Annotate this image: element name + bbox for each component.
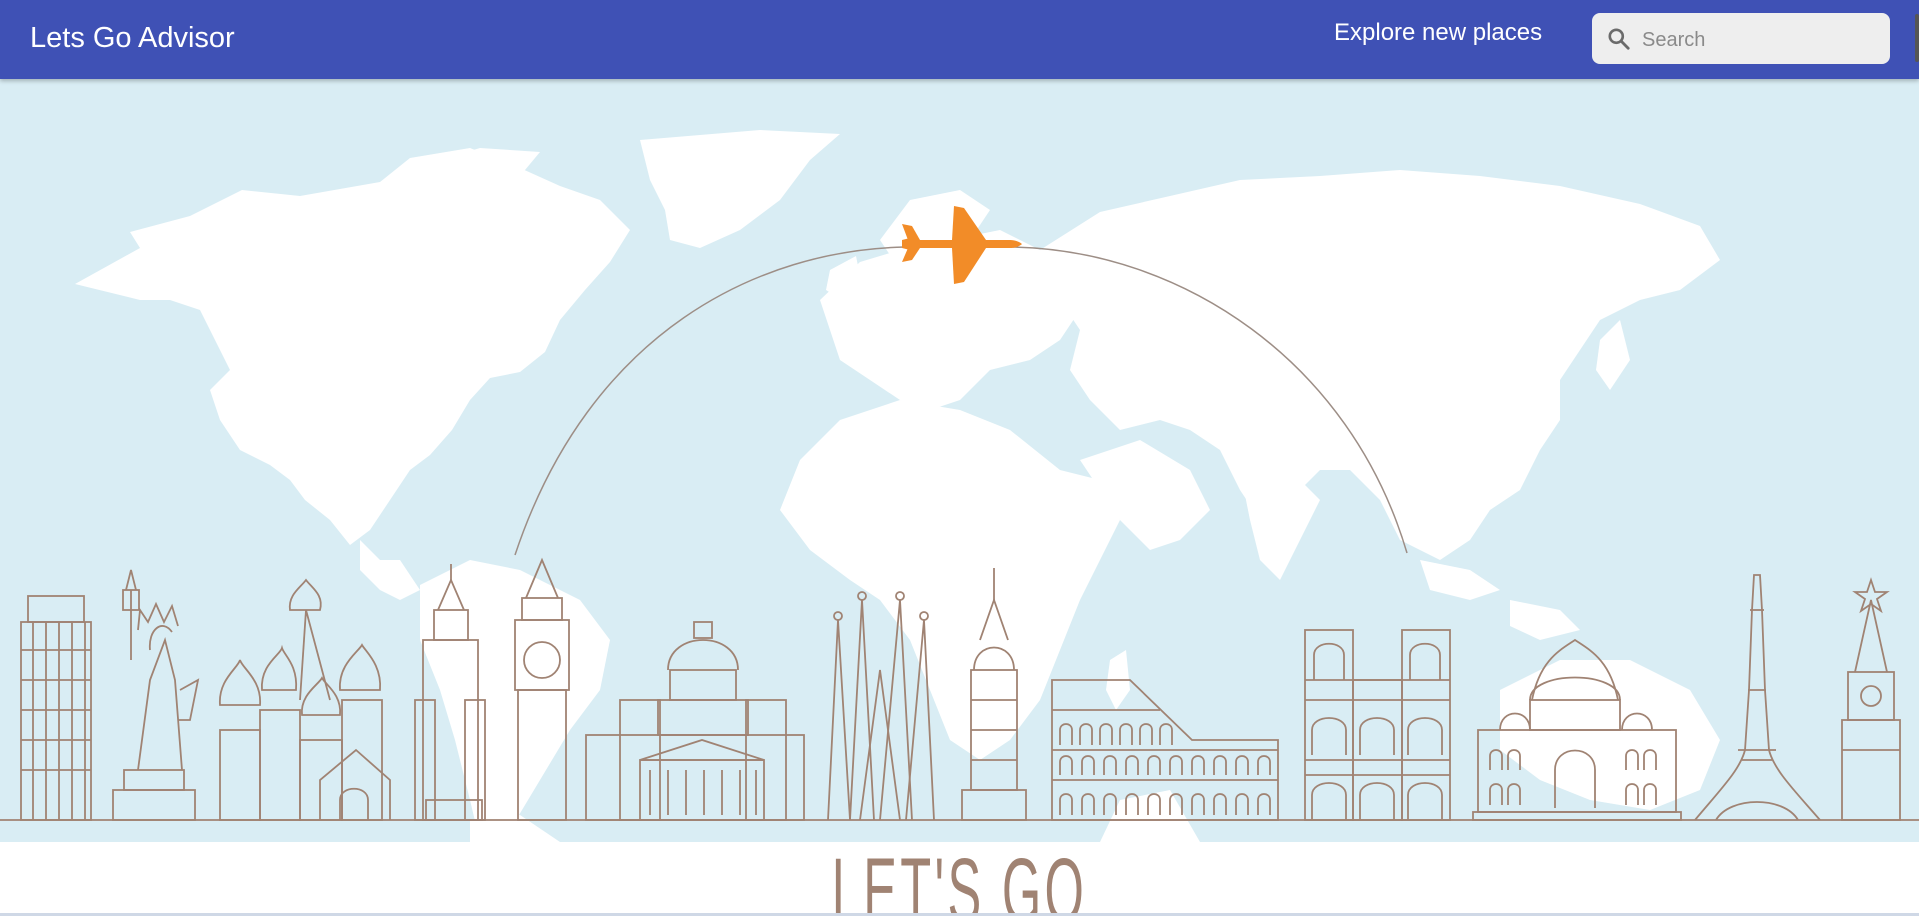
search-input[interactable] <box>1640 24 1884 56</box>
world-map <box>75 130 1720 842</box>
notre-dame <box>1304 629 1451 821</box>
st-basils-cathedral <box>219 578 391 821</box>
scrollbar[interactable] <box>1915 14 1919 62</box>
hero-banner <box>0 79 1919 842</box>
search-box[interactable] <box>1592 13 1890 64</box>
eiffel-tower <box>1694 574 1821 821</box>
app-bar: Lets Go Advisor Explore new places <box>0 0 1919 79</box>
world-map-illustration <box>0 130 1919 842</box>
hero-headline: LET'S GO <box>831 842 1088 916</box>
search-icon <box>1608 28 1630 50</box>
intro-section: LET'S GO <box>0 842 1919 916</box>
app-title[interactable]: Lets Go Advisor <box>30 20 235 56</box>
kremlin-tower <box>1841 577 1901 821</box>
explore-new-places-link[interactable]: Explore new places <box>1334 18 1542 48</box>
statue-of-liberty <box>112 569 200 821</box>
capitol-dome <box>585 621 805 821</box>
leaning-tower-of-pisa <box>20 595 92 821</box>
